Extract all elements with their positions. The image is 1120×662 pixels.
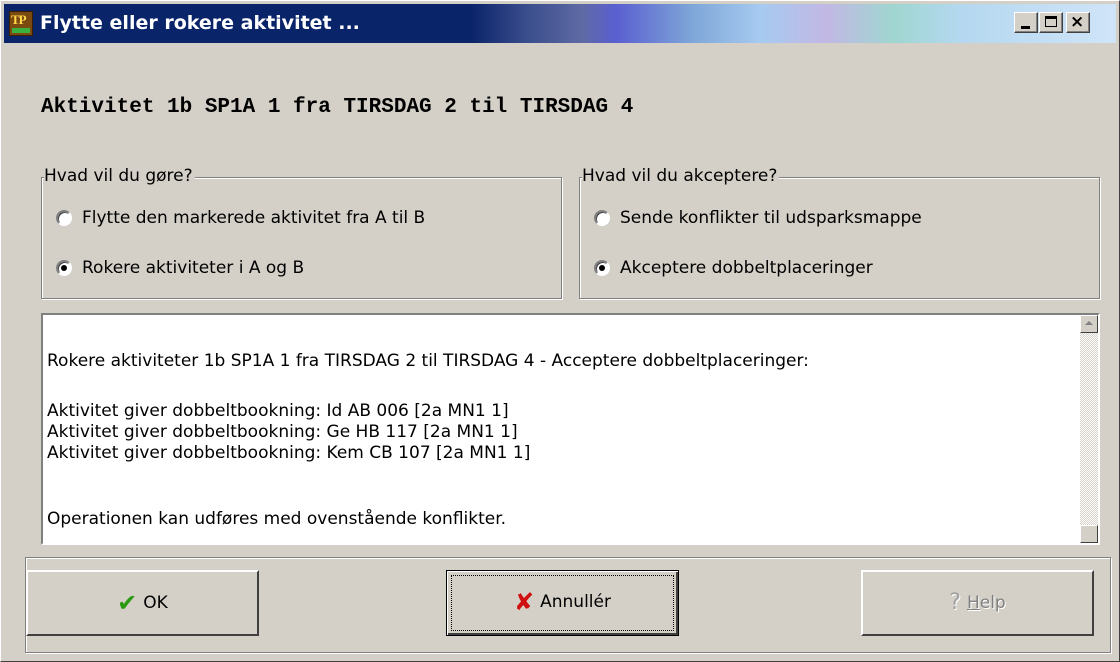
radio-move-label: Flytte den markerede aktivitet fra A til… bbox=[82, 208, 426, 228]
maximize-button[interactable] bbox=[1039, 12, 1063, 33]
minimize-icon bbox=[1021, 26, 1030, 29]
radio-swap-label: Rokere aktiviteter i A og B bbox=[82, 258, 305, 278]
radio-accept-double-label: Akceptere dobbeltplaceringer bbox=[620, 258, 873, 278]
x-icon: ✘ bbox=[514, 588, 535, 616]
message-line: Aktivitet giver dobbeltbookning: Id AB 0… bbox=[47, 401, 509, 421]
scroll-down-button[interactable] bbox=[1080, 525, 1098, 543]
help-label-accel: H bbox=[966, 593, 980, 613]
accept-group-legend: Hvad vil du akceptere? bbox=[582, 166, 780, 186]
close-icon: × bbox=[1070, 12, 1085, 32]
window-title: Flytte eller rokere aktivitet ... bbox=[40, 12, 360, 34]
message-box[interactable]: Rokere aktiviteter 1b SP1A 1 fra TIRSDAG… bbox=[41, 313, 1100, 545]
app-icon-label: TP bbox=[11, 12, 27, 27]
question-icon: ? bbox=[949, 590, 961, 615]
title-bar[interactable]: TP Flytte eller rokere aktivitet ... × bbox=[4, 4, 1116, 43]
ok-button[interactable]: ✔ OK bbox=[26, 570, 259, 636]
maximize-icon bbox=[1045, 16, 1057, 27]
radio-send-conflicts-button[interactable] bbox=[594, 210, 610, 226]
ok-label: OK bbox=[143, 593, 168, 613]
radio-send-conflicts-label: Sende konflikter til udsparksmappe bbox=[620, 208, 922, 228]
minimize-button[interactable] bbox=[1014, 12, 1038, 33]
button-bar: ✔ OK ✘ Annullér ? Help bbox=[25, 557, 1111, 653]
help-label-rest: elp bbox=[979, 593, 1006, 613]
message-line: Rokere aktiviteter 1b SP1A 1 fra TIRSDAG… bbox=[47, 351, 809, 371]
app-icon: TP bbox=[9, 11, 33, 36]
arrow-up-icon bbox=[1085, 321, 1093, 325]
dialog-window: TP Flytte eller rokere aktivitet ... × A… bbox=[0, 0, 1120, 662]
message-line: Aktivitet giver dobbeltbookning: Kem CB … bbox=[47, 443, 531, 463]
cancel-button[interactable]: ✘ Annullér bbox=[446, 570, 679, 636]
radio-selected-dot bbox=[599, 265, 605, 271]
page-title: Aktivitet 1b SP1A 1 fra TIRSDAG 2 til TI… bbox=[41, 96, 634, 119]
action-group: Hvad vil du gøre? Flytte den markerede a… bbox=[41, 166, 562, 299]
cancel-label: Annullér bbox=[540, 592, 611, 612]
message-line: Aktivitet giver dobbeltbookning: Ge HB 1… bbox=[47, 422, 518, 442]
scroll-up-button[interactable] bbox=[1080, 315, 1098, 333]
close-button[interactable]: × bbox=[1066, 12, 1090, 33]
checkmark-icon: ✔ bbox=[117, 589, 138, 617]
radio-accept-double-button[interactable] bbox=[594, 260, 610, 276]
radio-swap-button[interactable] bbox=[56, 260, 72, 276]
radio-move-button[interactable] bbox=[56, 210, 72, 226]
help-button[interactable]: ? Help bbox=[861, 570, 1094, 636]
app-icon-bar bbox=[12, 28, 30, 33]
message-line: Operationen kan udføres med ovenstående … bbox=[47, 509, 507, 529]
accept-group: Hvad vil du akceptere? Sende konflikter … bbox=[579, 166, 1100, 299]
vertical-scrollbar[interactable] bbox=[1080, 315, 1098, 543]
radio-selected-dot bbox=[61, 265, 67, 271]
action-group-legend: Hvad vil du gøre? bbox=[44, 166, 195, 186]
